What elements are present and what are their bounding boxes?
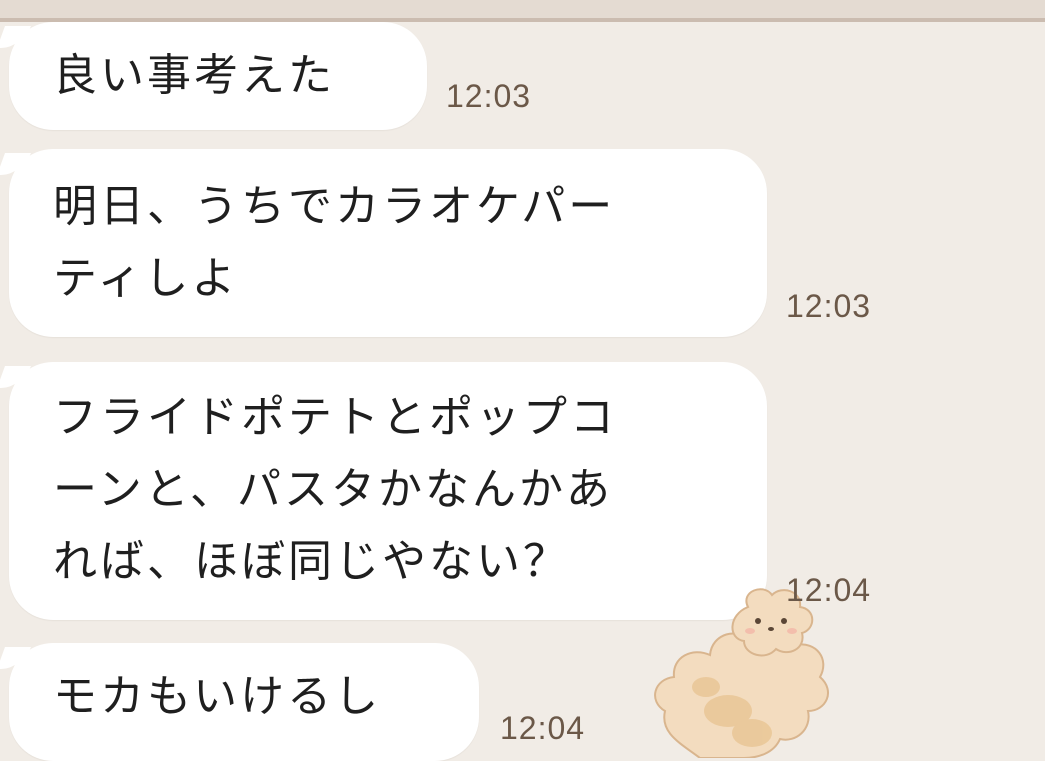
message-timestamp: 12:04 [500, 710, 586, 746]
message-text: モカもいけるし [53, 671, 382, 722]
message-timestamp: 12:03 [786, 288, 872, 324]
message-timestamp: 12:04 [786, 572, 872, 608]
message-bubble[interactable]: 良い事考えた [0, 22, 427, 130]
message-row: モカもいけるし [0, 643, 479, 761]
message-row: 良い事考えた [0, 22, 427, 130]
bubble-tail [0, 153, 32, 175]
fluffy-dog-sticker-icon [654, 588, 829, 758]
message-text-line: 明日、うちでカラオケパー [53, 181, 616, 232]
message-bubble[interactable]: モカもいけるし [0, 643, 479, 761]
message-timestamp: 12:03 [446, 78, 532, 114]
message-bubble[interactable]: フライドポテトとポップコ ーンと、パスタかなんかあ れば、ほぼ同じやない？ [0, 362, 767, 620]
bubble-tail [0, 26, 32, 48]
message-row: 明日、うちでカラオケパー ティしよ [0, 149, 767, 337]
bubble-tail [0, 647, 32, 669]
chat-area[interactable]: 良い事考えた 12:03 明日、うちでカラオケパー ティしよ 12:03 フライ… [0, 0, 1045, 761]
message-row: フライドポテトとポップコ ーンと、パスタかなんかあ れば、ほぼ同じやない？ [0, 362, 767, 620]
message-text-line: フライドポテトとポップコ [53, 392, 617, 443]
bubble-tail [0, 366, 32, 388]
message-bubble[interactable]: 明日、うちでカラオケパー ティしよ [0, 149, 767, 337]
message-text: 良い事考えた [53, 50, 335, 101]
message-text-line: れば、ほぼ同じやない？ [53, 536, 570, 587]
message-text-line: ーンと、パスタかなんかあ [53, 464, 614, 515]
message-text-line: ティしよ [53, 253, 239, 304]
